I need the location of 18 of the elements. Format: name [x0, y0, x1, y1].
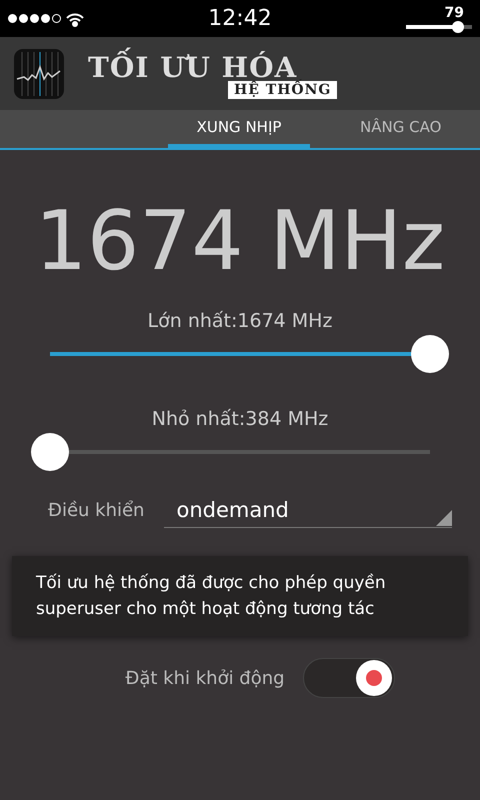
frequency-reading: 1674 MHz — [34, 193, 446, 291]
boot-toggle[interactable] — [302, 658, 395, 698]
slider-label: Lớn nhất:1674 MHz — [146, 310, 334, 332]
governor-label: Điều khiển — [48, 500, 144, 520]
dropdown-triangle-icon — [436, 510, 452, 526]
battery-icon — [406, 20, 472, 32]
signal-icon — [8, 14, 61, 23]
battery-percent: 79 — [444, 4, 464, 20]
slider-label: Nhỏ nhất:384 MHz — [150, 408, 330, 430]
tab[interactable]: NÂNG CAO — [360, 110, 442, 148]
slider-thumb[interactable] — [411, 335, 449, 373]
boot-toggle-label: Đặt khi khởi động — [125, 668, 285, 688]
tab[interactable]: XUNG NHỊP — [168, 110, 310, 148]
toast-message: Tối ưu hệ thống đã được cho phép quyền superuser cho một hoạt động tương tác — [12, 556, 468, 636]
status-time: 12:42 — [208, 6, 272, 31]
app-logo — [14, 48, 64, 98]
governor-dropdown[interactable]: ondemand — [164, 492, 452, 528]
slider-thumb[interactable] — [31, 433, 69, 471]
